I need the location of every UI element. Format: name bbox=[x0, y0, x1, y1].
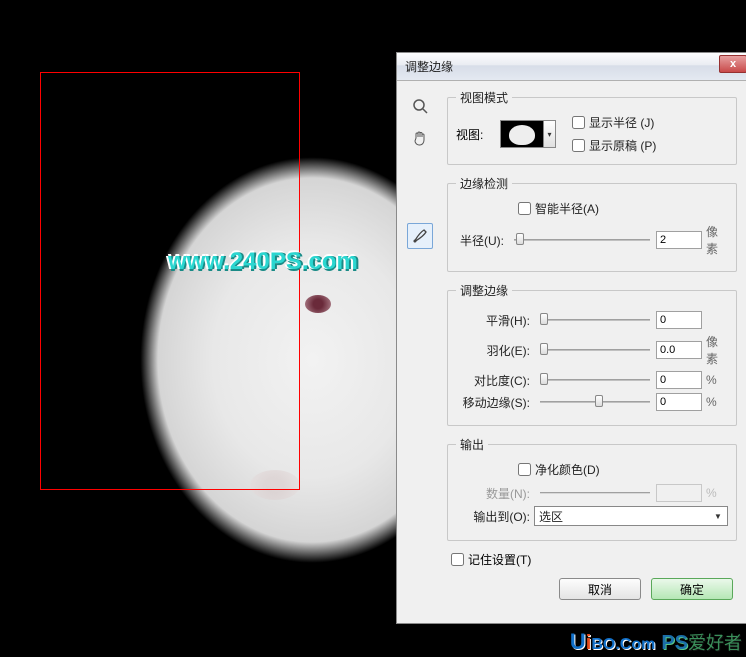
feather-unit: 像素 bbox=[702, 333, 728, 367]
decontaminate-checkbox[interactable]: 净化颜色(D) bbox=[518, 461, 728, 478]
legend-adjust-edge: 调整边缘 bbox=[456, 282, 512, 299]
contrast-unit: % bbox=[702, 373, 728, 387]
zoom-tool[interactable] bbox=[407, 93, 433, 119]
refine-brush-tool[interactable] bbox=[407, 223, 433, 249]
group-output: 输出 净化颜色(D) 数量(N): % 输出到(O): 选区 ▼ bbox=[447, 436, 737, 541]
contrast-input[interactable] bbox=[656, 371, 702, 389]
chevron-down-icon: ▼ bbox=[711, 509, 725, 523]
legend-output: 输出 bbox=[456, 436, 488, 453]
smooth-input[interactable] bbox=[656, 311, 702, 329]
watermark-text: www.240PS.com bbox=[168, 248, 358, 276]
output-to-dropdown[interactable]: 选区 ▼ bbox=[534, 506, 728, 526]
view-thumbnail bbox=[500, 120, 544, 148]
group-view-mode: 视图模式 视图: ▾ 显示半径 (J) 显示原稿 ( bbox=[447, 89, 737, 165]
hand-tool[interactable] bbox=[407, 125, 433, 151]
smart-radius-checkbox[interactable]: 智能半径(A) bbox=[518, 200, 728, 217]
rabbit-eye bbox=[305, 295, 331, 313]
decontaminate-label: 净化颜色(D) bbox=[535, 461, 600, 478]
smooth-slider[interactable] bbox=[540, 311, 650, 329]
zoom-icon bbox=[412, 98, 428, 114]
decontaminate-input[interactable] bbox=[518, 463, 531, 476]
footer-ps: PS bbox=[661, 632, 688, 655]
cancel-button[interactable]: 取消 bbox=[559, 578, 641, 600]
close-button[interactable]: x bbox=[719, 55, 746, 73]
shift-edge-slider[interactable] bbox=[540, 393, 650, 411]
output-to-label: 输出到(O): bbox=[456, 508, 534, 525]
shift-edge-unit: % bbox=[702, 395, 728, 409]
hand-icon bbox=[412, 130, 428, 146]
show-original-checkbox[interactable]: 显示原稿 (P) bbox=[572, 137, 656, 154]
radius-label: 半径(U): bbox=[456, 232, 508, 249]
refine-edge-dialog: 调整边缘 x 视图模式 视图: bbox=[396, 52, 746, 624]
remember-settings-input[interactable] bbox=[451, 553, 464, 566]
cancel-button-label: 取消 bbox=[588, 581, 612, 598]
smart-radius-label: 智能半径(A) bbox=[535, 200, 599, 217]
view-preview-dropdown[interactable]: ▾ bbox=[494, 120, 556, 148]
footer-watermark: U i BO.Com PS 爱好者 bbox=[570, 629, 742, 655]
feather-input[interactable] bbox=[656, 341, 702, 359]
radius-unit: 像素 bbox=[702, 223, 728, 257]
radius-slider[interactable] bbox=[514, 231, 650, 249]
selection-marquee bbox=[40, 72, 300, 490]
legend-view-mode: 视图模式 bbox=[456, 89, 512, 106]
show-original-input[interactable] bbox=[572, 139, 585, 152]
amount-label: 数量(N): bbox=[456, 485, 534, 502]
contrast-slider[interactable] bbox=[540, 371, 650, 389]
amount-input bbox=[656, 484, 702, 502]
group-edge-detection: 边缘检测 智能半径(A) 半径(U): 像素 bbox=[447, 175, 737, 272]
shift-edge-label: 移动边缘(S): bbox=[456, 394, 534, 411]
remember-settings-checkbox[interactable]: 记住设置(T) bbox=[451, 551, 737, 568]
ok-button-label: 确定 bbox=[680, 581, 704, 598]
dialog-titlebar[interactable]: 调整边缘 x bbox=[397, 53, 746, 81]
tool-column bbox=[397, 81, 443, 623]
remember-settings-label: 记住设置(T) bbox=[468, 551, 531, 568]
show-radius-label: 显示半径 (J) bbox=[589, 114, 654, 131]
feather-slider[interactable] bbox=[540, 341, 650, 359]
brush-icon bbox=[412, 228, 428, 244]
ok-button[interactable]: 确定 bbox=[651, 578, 733, 600]
view-label: 视图: bbox=[456, 126, 494, 143]
group-adjust-edge: 调整边缘 平滑(H): 羽化(E): 像素 对比度(C): bbox=[447, 282, 737, 426]
footer-u: U bbox=[570, 629, 586, 655]
show-radius-checkbox[interactable]: 显示半径 (J) bbox=[572, 114, 656, 131]
dialog-title: 调整边缘 bbox=[405, 58, 453, 75]
feather-label: 羽化(E): bbox=[456, 342, 534, 359]
output-to-value: 选区 bbox=[539, 508, 563, 525]
radius-input[interactable] bbox=[656, 231, 702, 249]
footer-zh: 爱好者 bbox=[688, 629, 742, 655]
shift-edge-input[interactable] bbox=[656, 393, 702, 411]
close-icon: x bbox=[730, 58, 736, 70]
amount-slider bbox=[540, 484, 650, 502]
show-radius-input[interactable] bbox=[572, 116, 585, 129]
show-original-label: 显示原稿 (P) bbox=[589, 137, 656, 154]
legend-edge-detection: 边缘检测 bbox=[456, 175, 512, 192]
smooth-label: 平滑(H): bbox=[456, 312, 534, 329]
footer-domain: BO.Com bbox=[591, 636, 655, 654]
amount-unit: % bbox=[702, 486, 728, 500]
dialog-main: 视图模式 视图: ▾ 显示半径 (J) 显示原稿 ( bbox=[443, 81, 746, 623]
contrast-label: 对比度(C): bbox=[456, 372, 534, 389]
smart-radius-input[interactable] bbox=[518, 202, 531, 215]
chevron-down-icon: ▾ bbox=[544, 120, 556, 148]
